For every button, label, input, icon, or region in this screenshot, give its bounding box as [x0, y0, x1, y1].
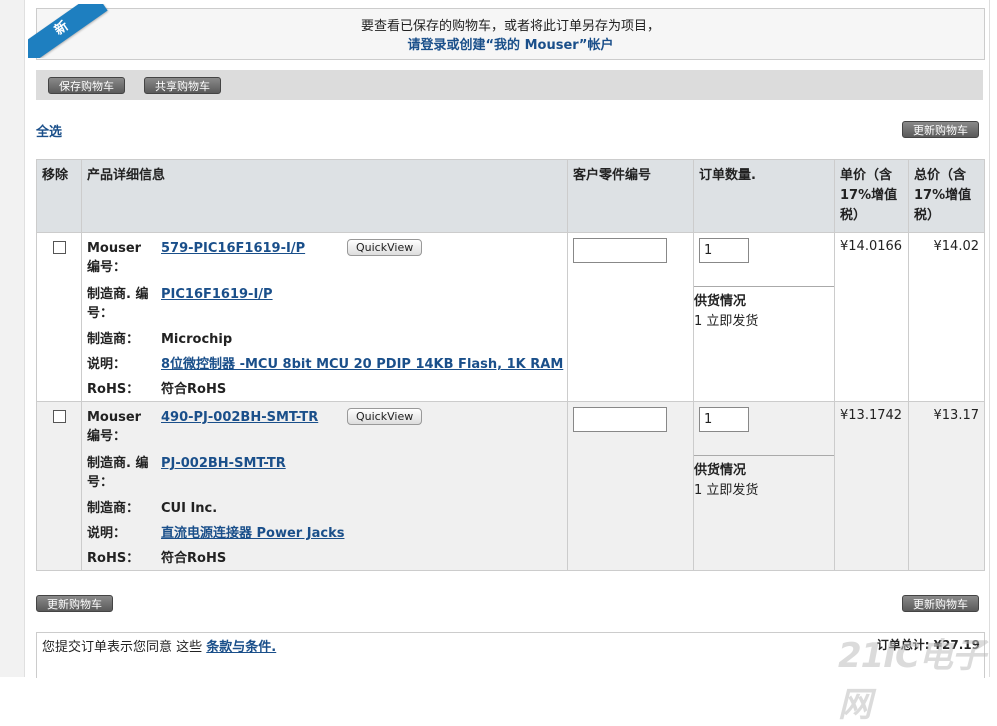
unit-price: ¥14.0166 — [840, 239, 903, 254]
terms-prefix: 您提交订单表示您同意 这些 — [42, 640, 203, 655]
remove-checkbox[interactable] — [53, 410, 66, 423]
banner-line1: 要查看已保存的购物车，或者将此订单另存为项目， — [360, 19, 660, 34]
label-rohs: RoHS： — [87, 382, 140, 397]
right-divider — [989, 0, 990, 677]
site-watermark: 21IC电子网 — [838, 636, 986, 725]
mfr-part-link[interactable]: PIC16F1619-I/P — [161, 285, 273, 304]
new-badge-label: 新 — [52, 18, 72, 39]
manufacturer: Microchip — [161, 332, 233, 347]
label-mfr-no: 制造商. 编号： — [87, 287, 149, 321]
mfr-part-link[interactable]: PJ-002BH-SMT-TR — [161, 454, 286, 473]
terms-link[interactable]: 条款与条件. — [206, 640, 276, 655]
header-order-qty: 订单数量. — [693, 159, 835, 233]
table-row: Mouser 编号： 579-PIC16F1619-I/P QuickView … — [36, 232, 985, 402]
quantity-input[interactable]: 1 — [699, 238, 749, 263]
save-cart-button[interactable]: 保存购物车 — [48, 77, 125, 94]
header-total-price: 总价（含17%增值税） — [908, 159, 985, 233]
description-link[interactable]: 8位微控制器 -MCU 8bit MCU 20 PDIP 14KB Flash,… — [161, 355, 563, 374]
availability-label: 供货情况 — [694, 294, 747, 309]
update-cart-button-bottom-left[interactable]: 更新购物车 — [36, 595, 113, 612]
label-mfr-no: 制造商. 编号： — [87, 456, 149, 490]
cart-toolbar: 保存购物车 共享购物车 — [36, 70, 983, 100]
left-gutter — [0, 0, 25, 677]
label-mouser-no: Mouser 编号： — [87, 241, 142, 275]
product-details: Mouser 编号： 490-PJ-002BH-SMT-TR QuickView… — [82, 402, 567, 570]
login-create-account-link[interactable]: 请登录或创建“我的 Mouser”帐户 — [408, 38, 614, 53]
table-row: Mouser 编号： 490-PJ-002BH-SMT-TR QuickView… — [36, 401, 985, 571]
availability-value: 1 立即发货 — [694, 483, 759, 498]
rohs-status: 符合RoHS — [161, 551, 227, 566]
label-desc: 说明： — [87, 526, 127, 541]
select-all-link[interactable]: 全选 — [36, 121, 62, 140]
total-price: ¥14.02 — [933, 239, 980, 254]
availability: 供货情况 1 立即发货 — [694, 455, 834, 501]
product-details: Mouser 编号： 579-PIC16F1619-I/P QuickView … — [82, 233, 567, 401]
label-desc: 说明： — [87, 357, 127, 372]
header-unit-price: 单价（含17%增值税） — [834, 159, 909, 233]
header-product-details: 产品详细信息 — [81, 159, 568, 233]
remove-checkbox[interactable] — [53, 241, 66, 254]
customer-part-input[interactable] — [573, 238, 667, 263]
unit-price: ¥13.1742 — [840, 408, 903, 423]
share-cart-button[interactable]: 共享购物车 — [144, 77, 221, 94]
quickview-button[interactable]: QuickView — [347, 239, 423, 256]
mouser-part-link[interactable]: 490-PJ-002BH-SMT-TR — [161, 408, 318, 427]
customer-part-input[interactable] — [573, 407, 667, 432]
availability-value: 1 立即发货 — [694, 314, 759, 329]
mouser-part-link[interactable]: 579-PIC16F1619-I/P — [161, 239, 305, 258]
new-badge: 新 — [28, 4, 114, 58]
label-mouser-no: Mouser 编号： — [87, 410, 142, 444]
quantity-input[interactable]: 1 — [699, 407, 749, 432]
total-price: ¥13.17 — [933, 408, 980, 423]
terms-text: 您提交订单表示您同意 这些 条款与条件. — [42, 636, 276, 655]
cart-table: 移除 产品详细信息 客户零件编号 订单数量. 单价（含17%增值税） 总价（含1… — [36, 159, 985, 571]
header-remove: 移除 — [36, 159, 82, 233]
availability: 供货情况 1 立即发货 — [694, 286, 834, 332]
update-cart-button-top[interactable]: 更新购物车 — [902, 121, 979, 138]
rohs-status: 符合RoHS — [161, 382, 227, 397]
availability-label: 供货情况 — [694, 463, 747, 478]
quickview-button[interactable]: QuickView — [347, 408, 423, 425]
header-customer-part-no: 客户零件编号 — [567, 159, 694, 233]
label-rohs: RoHS： — [87, 551, 140, 566]
login-banner: 要查看已保存的购物车，或者将此订单另存为项目， 请登录或创建“我的 Mouser… — [36, 8, 985, 60]
manufacturer: CUI Inc. — [161, 501, 218, 516]
banner-text: 要查看已保存的购物车，或者将此订单另存为项目， 请登录或创建“我的 Mouser… — [37, 17, 984, 55]
table-header-row: 移除 产品详细信息 客户零件编号 订单数量. 单价（含17%增值税） 总价（含1… — [36, 159, 985, 233]
description-link[interactable]: 直流电源连接器 Power Jacks — [161, 524, 344, 543]
new-ribbon: 新 — [28, 4, 108, 58]
label-mfr: 制造商： — [87, 332, 140, 347]
update-cart-button-bottom-right[interactable]: 更新购物车 — [902, 595, 979, 612]
label-mfr: 制造商： — [87, 501, 140, 516]
